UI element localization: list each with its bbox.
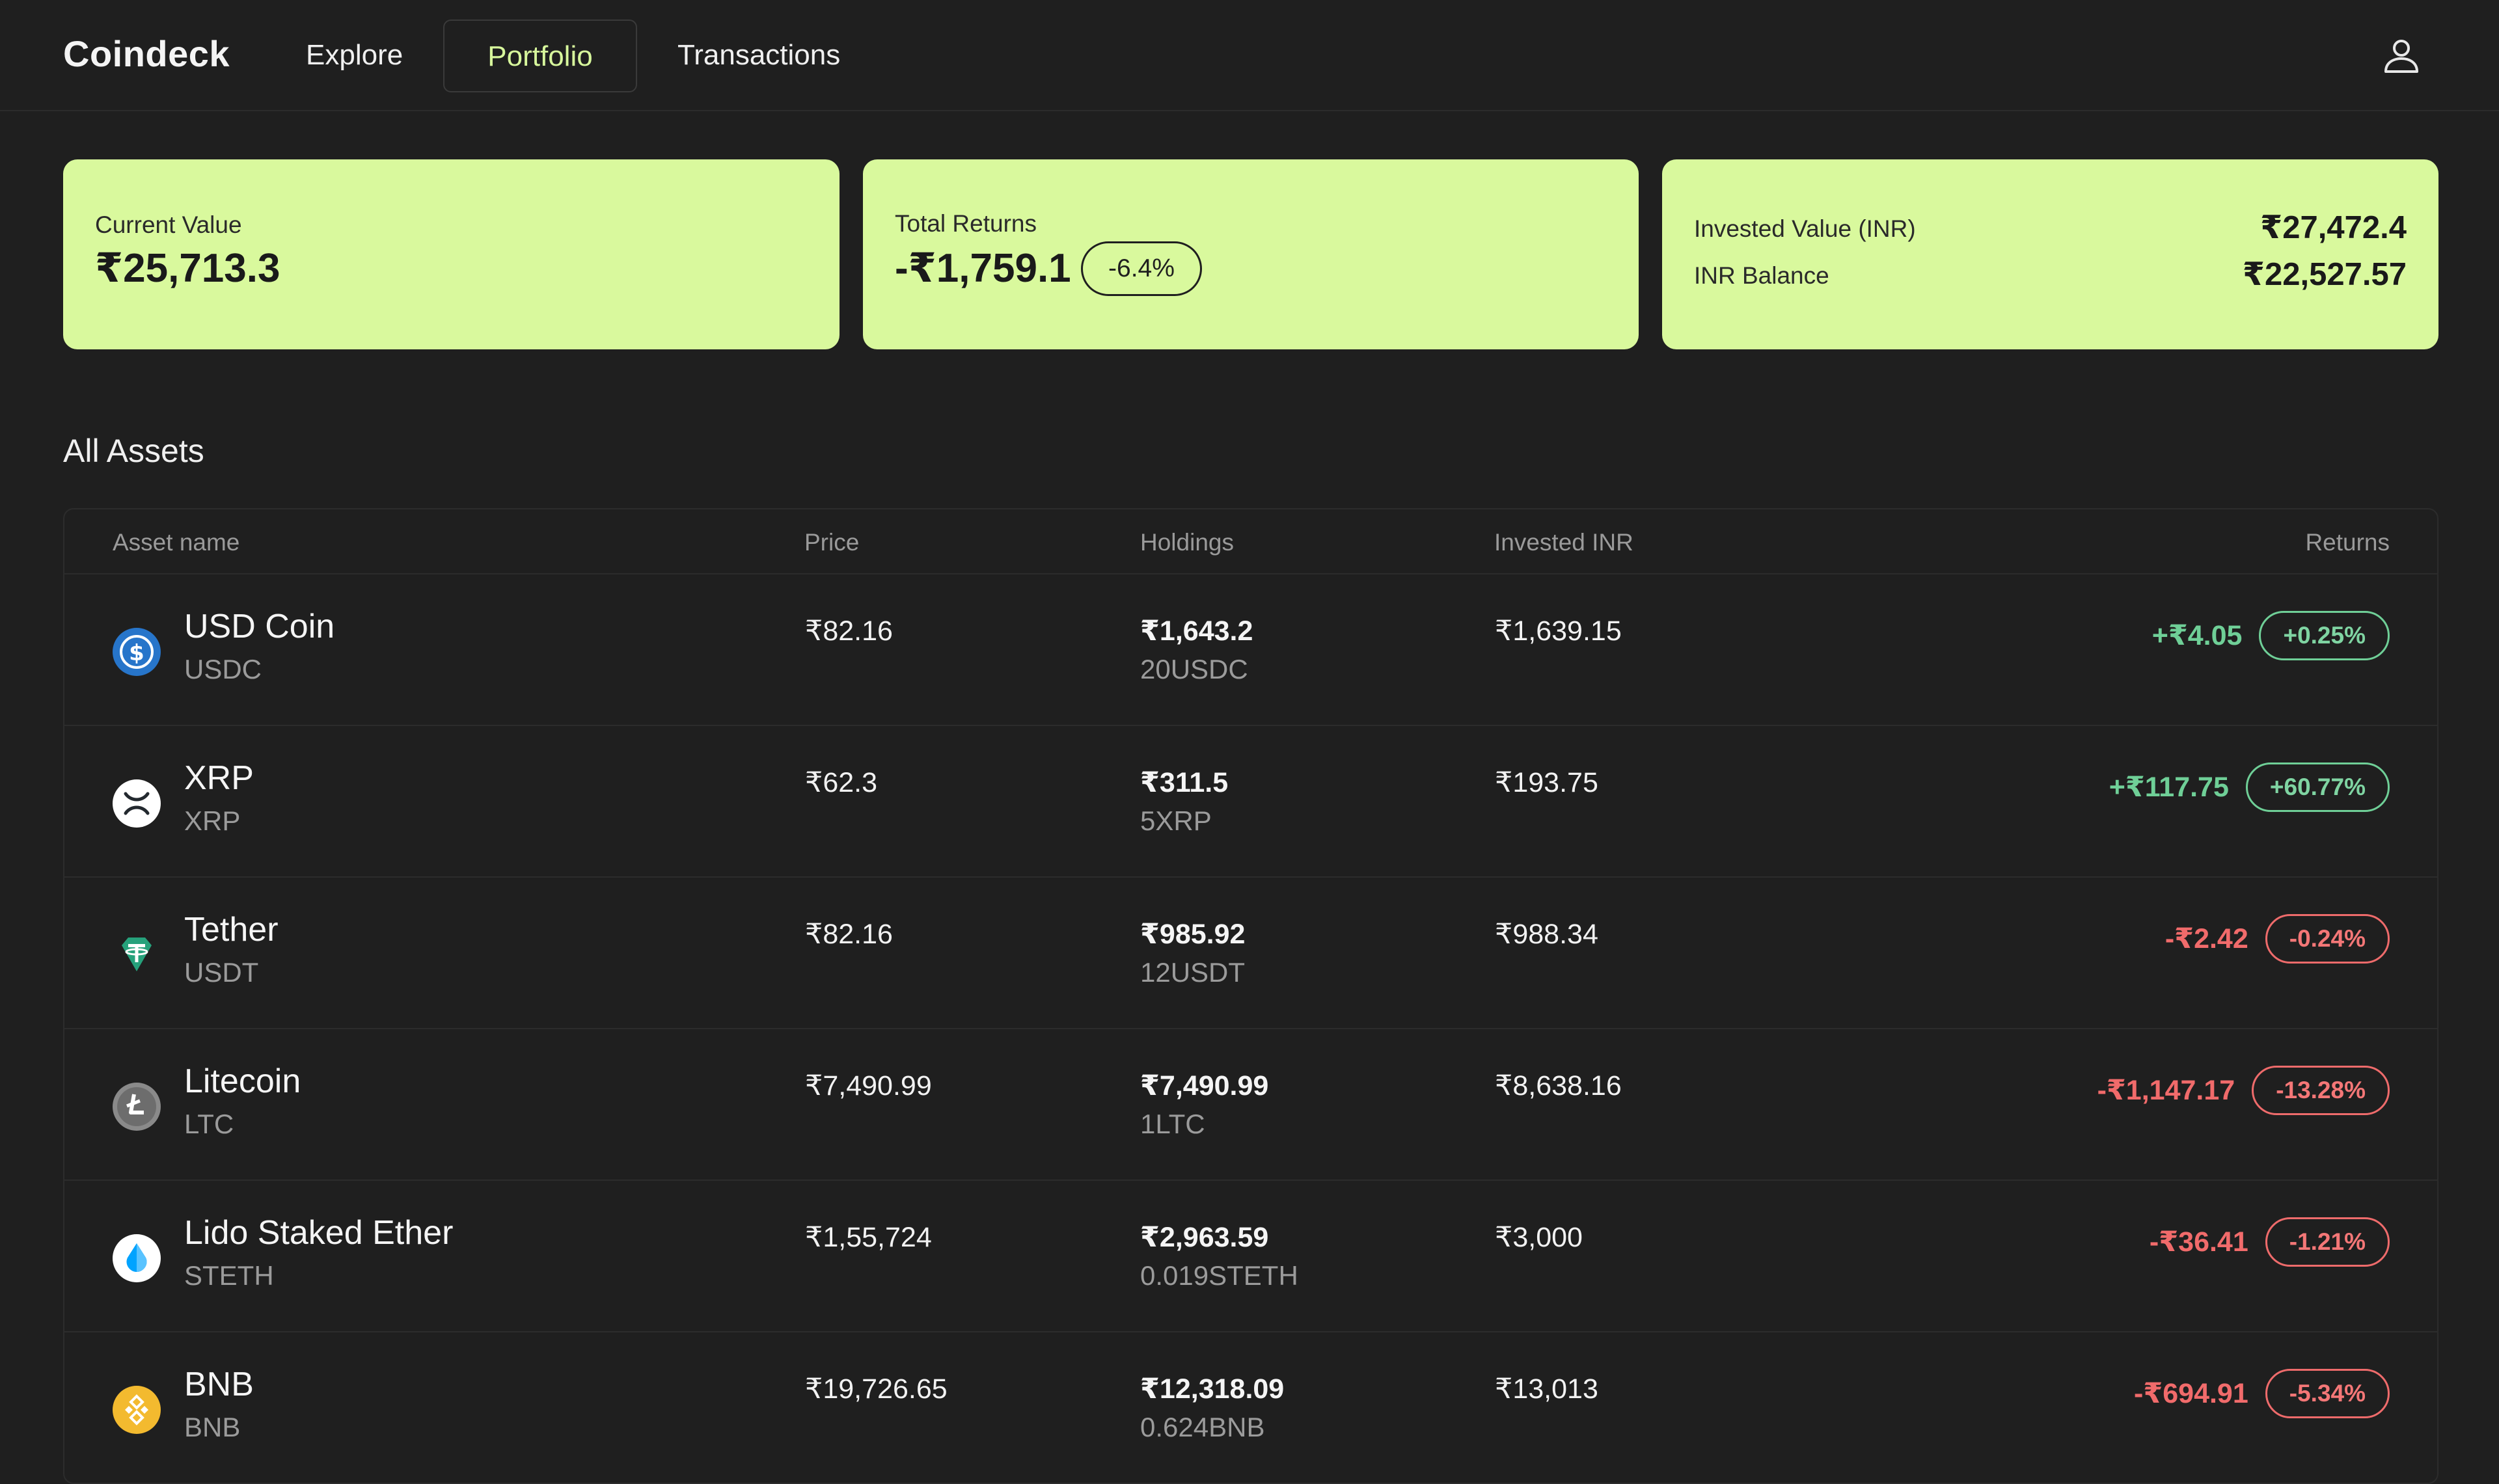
table-row[interactable]: Litecoin LTC ₹7,490.99 ₹7,490.99 1LTC ₹8… (64, 1029, 2437, 1181)
invested-inr: ₹193.75 (1495, 767, 1598, 798)
column-returns: Returns (2305, 529, 2390, 556)
tether-icon (122, 938, 152, 971)
asset-price: ₹7,490.99 (805, 1070, 932, 1101)
assets-table: Asset name Price Holdings Invested INR R… (63, 508, 2438, 1484)
table-header: Asset name Price Holdings Invested INR R… (64, 509, 2437, 574)
total-returns-label: Total Returns (895, 210, 1037, 237)
holdings-value: ₹2,963.59 (1140, 1222, 1269, 1253)
table-row[interactable]: BNB BNB ₹19,726.65 ₹12,318.09 0.624BNB ₹… (64, 1332, 2437, 1483)
total-returns-percent-badge: -6.4% (1081, 241, 1202, 296)
invested-balance-card: Invested Value (INR) ₹27,472.4 INR Balan… (1662, 159, 2438, 349)
total-returns-card: Total Returns -₹1,759.1 -6.4% (863, 159, 1639, 349)
total-returns-amount: -₹1,759.1 (895, 246, 1071, 291)
xrp-icon (113, 779, 161, 828)
current-value-card: Current Value ₹25,713.3 (63, 159, 840, 349)
invested-inr: ₹1,639.15 (1495, 615, 1622, 647)
user-profile-button[interactable] (2381, 38, 2422, 74)
returns-percent-badge: -0.24% (2265, 914, 2390, 964)
returns-amount: -₹1,147.17 (2097, 1075, 2235, 1106)
returns-percent-badge: -13.28% (2252, 1066, 2390, 1115)
inr-balance-amount: ₹22,527.57 (2242, 257, 2407, 292)
invested-inr: ₹988.34 (1495, 919, 1598, 950)
usdc-icon: $ (113, 628, 161, 676)
holdings-quantity: 12USDT (1140, 957, 1246, 988)
current-value-label: Current Value (95, 211, 242, 238)
current-value-amount: ₹25,713.3 (95, 246, 280, 291)
returns-percent-badge: +0.25% (2259, 611, 2390, 660)
holdings-quantity: 0.624BNB (1140, 1412, 1265, 1442)
returns-amount: -₹2.42 (2164, 923, 2248, 954)
returns-amount: +₹4.05 (2151, 620, 2243, 651)
holdings-quantity: 5XRP (1140, 805, 1212, 836)
asset-symbol: XRP (184, 805, 241, 836)
asset-price: ₹82.16 (805, 919, 893, 950)
holdings-value: ₹7,490.99 (1140, 1070, 1269, 1101)
nav-portfolio[interactable]: Portfolio (443, 20, 637, 92)
all-assets-title: All Assets (63, 433, 204, 469)
nav-transactions[interactable]: Transactions (677, 20, 840, 92)
asset-price: ₹62.3 (805, 767, 878, 798)
returns-cell: -₹1,147.17 -13.28% (2097, 1066, 2390, 1115)
holdings-quantity: 20USDC (1140, 654, 1248, 684)
holdings-quantity: 1LTC (1140, 1109, 1205, 1139)
asset-name: USD Coin (184, 608, 335, 645)
asset-price: ₹82.16 (805, 615, 893, 647)
asset-price: ₹19,726.65 (805, 1373, 948, 1405)
returns-amount: -₹694.91 (2134, 1378, 2248, 1409)
holdings-quantity: 0.019STETH (1140, 1260, 1298, 1291)
holdings-value: ₹311.5 (1140, 767, 1229, 798)
top-navbar: Coindeck Explore Portfolio Transactions (0, 0, 2499, 111)
lido-steth-icon (113, 1234, 161, 1282)
holdings-value: ₹12,318.09 (1140, 1373, 1285, 1405)
bnb-icon (113, 1386, 161, 1434)
returns-cell: -₹2.42 -0.24% (2165, 914, 2390, 964)
returns-cell: -₹36.41 -1.21% (2150, 1217, 2390, 1267)
inr-balance-label: INR Balance (1694, 262, 1829, 289)
returns-cell: +₹4.05 +0.25% (2152, 611, 2390, 660)
app-logo[interactable]: Coindeck (63, 33, 230, 75)
returns-cell: -₹694.91 -5.34% (2134, 1369, 2390, 1418)
table-row[interactable]: $ USD Coin USDC ₹82.16 ₹1,643.2 20USDC ₹… (64, 574, 2437, 726)
asset-name: XRP (184, 759, 254, 797)
returns-cell: +₹117.75 +60.77% (2109, 762, 2390, 812)
returns-amount: +₹117.75 (2109, 772, 2229, 803)
returns-percent-badge: +60.77% (2245, 762, 2390, 812)
invested-inr: ₹13,013 (1495, 1373, 1598, 1405)
asset-symbol: USDT (184, 957, 259, 988)
returns-percent-badge: -1.21% (2265, 1217, 2390, 1267)
column-invested: Invested INR (1494, 529, 1633, 556)
returns-percent-badge: -5.34% (2265, 1369, 2390, 1418)
asset-symbol: BNB (184, 1412, 241, 1442)
asset-name: Tether (184, 911, 279, 949)
asset-symbol: LTC (184, 1109, 234, 1139)
asset-price: ₹1,55,724 (805, 1222, 932, 1253)
invested-value-amount: ₹27,472.4 (2260, 210, 2407, 245)
asset-symbol: USDC (184, 654, 262, 684)
user-icon (2384, 40, 2418, 73)
invested-inr: ₹8,638.16 (1495, 1070, 1622, 1101)
litecoin-icon (113, 1083, 161, 1131)
table-row[interactable]: XRP XRP ₹62.3 ₹311.5 5XRP ₹193.75 +₹117.… (64, 726, 2437, 878)
holdings-value: ₹1,643.2 (1140, 615, 1253, 647)
invested-inr: ₹3,000 (1495, 1222, 1583, 1253)
nav-explore[interactable]: Explore (306, 20, 403, 92)
holdings-value: ₹985.92 (1140, 919, 1246, 950)
column-holdings: Holdings (1140, 529, 1234, 556)
asset-name: BNB (184, 1366, 254, 1403)
table-row[interactable]: Lido Staked Ether STETH ₹1,55,724 ₹2,963… (64, 1181, 2437, 1332)
asset-name: Lido Staked Ether (184, 1214, 454, 1252)
asset-name: Litecoin (184, 1062, 301, 1100)
column-price: Price (804, 529, 860, 556)
svg-text:$: $ (129, 640, 144, 666)
returns-amount: -₹36.41 (2149, 1226, 2248, 1258)
invested-value-label: Invested Value (INR) (1694, 215, 1916, 242)
table-row[interactable]: Tether USDT ₹82.16 ₹985.92 12USDT ₹988.3… (64, 878, 2437, 1029)
column-asset-name: Asset name (113, 529, 240, 556)
asset-symbol: STETH (184, 1260, 274, 1291)
